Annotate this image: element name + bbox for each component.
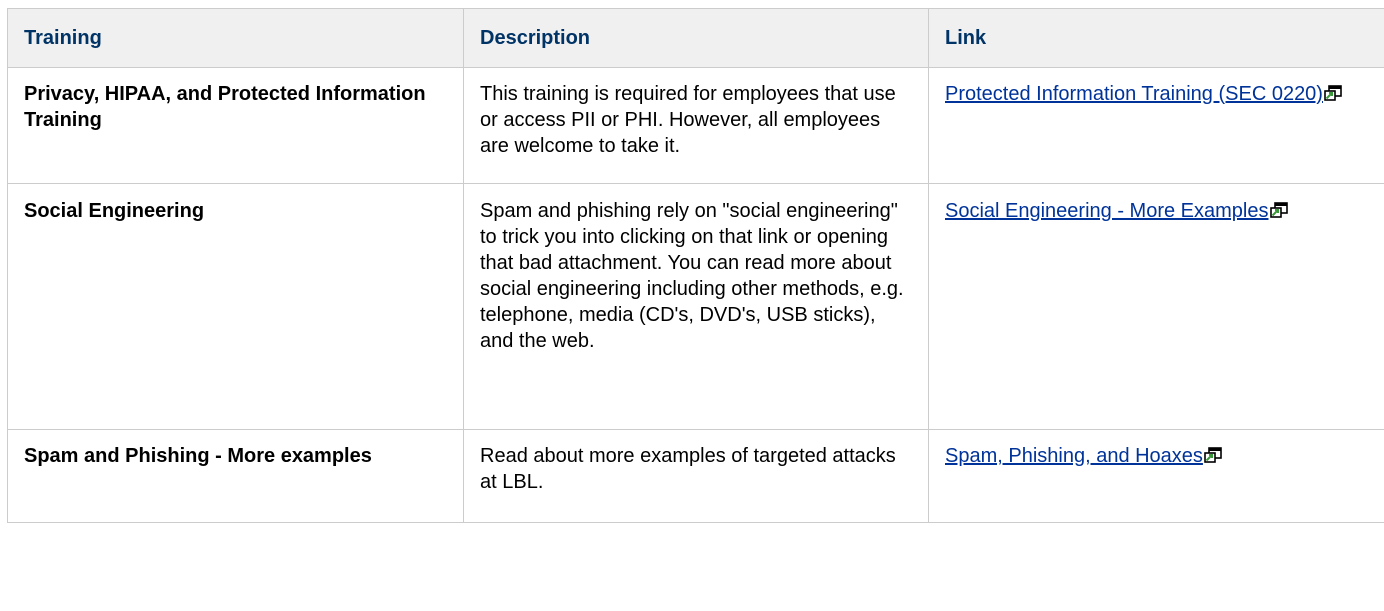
training-link-cell: Social Engineering - More Examples xyxy=(928,183,1384,430)
table-row: Social Engineering Spam and phishing rel… xyxy=(7,183,1384,430)
table-row: Privacy, HIPAA, and Protected Informatio… xyxy=(7,67,1384,184)
training-description: Spam and phishing rely on "social engine… xyxy=(463,183,929,430)
training-link-cell: Protected Information Training (SEC 0220… xyxy=(928,67,1384,184)
header-row: Training Description Link xyxy=(7,8,1384,68)
link-text: Social Engineering - More Examples xyxy=(945,200,1269,222)
header-training: Training xyxy=(7,8,464,68)
training-name: Social Engineering xyxy=(7,183,464,430)
external-link-icon xyxy=(1269,202,1288,218)
training-description: Read about more examples of targeted att… xyxy=(463,429,929,523)
training-name: Spam and Phishing - More examples xyxy=(7,429,464,523)
header-description: Description xyxy=(463,8,929,68)
spam-phishing-hoaxes-link[interactable]: Spam, Phishing, and Hoaxes xyxy=(945,445,1222,467)
training-table: Training Description Link Privacy, HIPAA… xyxy=(7,8,1384,523)
table-row: Spam and Phishing - More examples Read a… xyxy=(7,429,1384,523)
external-link-icon xyxy=(1204,447,1222,463)
link-text: Spam, Phishing, and Hoaxes xyxy=(945,445,1203,467)
social-engineering-examples-link[interactable]: Social Engineering - More Examples xyxy=(945,200,1288,222)
external-link-icon xyxy=(1324,85,1342,101)
header-link: Link xyxy=(928,8,1384,68)
protected-information-training-link[interactable]: Protected Information Training (SEC 0220… xyxy=(945,83,1342,105)
training-description: This training is required for employees … xyxy=(463,67,929,184)
link-text: Protected Information Training (SEC 0220… xyxy=(945,83,1323,105)
training-link-cell: Spam, Phishing, and Hoaxes xyxy=(928,429,1384,523)
training-name: Privacy, HIPAA, and Protected Informatio… xyxy=(7,67,464,184)
